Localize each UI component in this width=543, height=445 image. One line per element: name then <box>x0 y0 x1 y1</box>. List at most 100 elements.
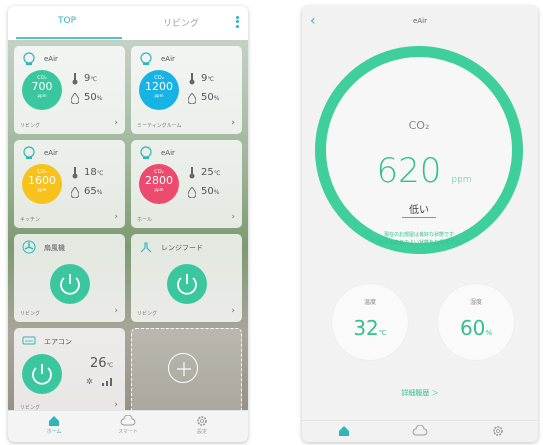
co2-unit: ppm <box>451 175 472 185</box>
chevron-right-icon: › <box>114 118 118 128</box>
water-drop-icon <box>188 187 196 198</box>
page-title: eAir <box>413 17 427 25</box>
sensor-card-meeting-room[interactable]: eAir CO₂ 1200 ppm 9℃ 50% ミーティングルーム › <box>131 46 242 134</box>
temperature-value: 26℃ <box>90 356 114 371</box>
power-button[interactable] <box>22 354 62 394</box>
chevron-right-icon: › <box>231 118 235 128</box>
header-bar: ‹ eAir <box>302 6 538 38</box>
temperature-value: 32℃ <box>353 316 387 340</box>
temperature-label: 温度 <box>363 299 376 306</box>
sensor-card-living[interactable]: eAir CO₂ 700 ppm 9℃ 50% リビング › <box>14 46 125 134</box>
fan-speed-icon <box>102 378 112 386</box>
add-device-button[interactable] <box>168 353 198 383</box>
range-hood-icon <box>140 242 152 253</box>
humidity-value: 60% <box>459 316 493 340</box>
co2-badge: CO₂ 2800 ppm <box>139 164 179 204</box>
co2-badge: CO₂ 1600 ppm <box>22 164 62 204</box>
detail-screen: ‹ eAir CO₂ 620 ppm 低い 現在のお部屋は良好な状態です このまま… <box>302 6 538 442</box>
chevron-right-icon: › <box>114 212 118 222</box>
humidity-value: 50% <box>201 92 220 103</box>
active-tab-indicator <box>16 37 122 39</box>
nav-label: スマート <box>118 429 138 435</box>
water-drop-icon <box>71 93 79 104</box>
nav-smart[interactable]: スマート <box>98 415 158 435</box>
bottom-nav <box>302 420 538 442</box>
power-icon <box>60 274 80 295</box>
device-name: eAir <box>44 149 58 157</box>
sensor-card-hall[interactable]: eAir CO₂ 2800 ppm 25℃ 50% ホール › <box>131 140 242 228</box>
range-hood-card[interactable]: レンジフード リビング › <box>131 234 242 322</box>
tab-living[interactable]: リビング <box>126 16 236 29</box>
air-quality-level: 低い <box>409 205 429 216</box>
co2-badge: CO₂ 1200 ppm <box>139 70 179 110</box>
level-underline <box>402 217 436 218</box>
eair-sensor-icon <box>140 52 152 65</box>
bottom-nav: ホーム スマート 設定 <box>8 410 248 442</box>
home-icon <box>49 416 59 426</box>
advice-text: 現在のお部屋は良好な状態です このまま換気のよい状態をお保ち下さい <box>373 232 464 246</box>
co2-value: 2800 <box>145 174 173 187</box>
co2-unit: ppm <box>154 93 164 98</box>
humidity-value: 65% <box>84 186 103 197</box>
nav-label: 設定 <box>196 429 207 435</box>
thermometer-icon <box>189 73 195 85</box>
cloud-icon <box>120 415 136 426</box>
home-screen: TOP リビング eAir CO₂ 700 ppm 9℃ 50% リビング › <box>8 6 248 442</box>
co2-gauge-ring: CO₂ 620 ppm 低い 現在のお部屋は良好な状態です このまま換気のよい状態… <box>315 46 523 254</box>
gear-icon[interactable] <box>492 425 504 437</box>
device-name: 扇風機 <box>44 244 65 252</box>
humidity-circle: 湿度 60% <box>438 284 514 360</box>
device-name: eAir <box>161 149 175 157</box>
temperature-circle: 温度 32℃ <box>332 284 408 360</box>
sensor-card-kitchen[interactable]: eAir CO₂ 1600 ppm 18℃ 65% キッチン › <box>14 140 125 228</box>
temperature-value: 9℃ <box>84 73 98 84</box>
room-name: リビング <box>20 311 41 317</box>
chevron-right-icon: › <box>114 306 118 316</box>
eair-sensor-icon <box>140 146 152 159</box>
air-conditioner-card[interactable]: エアコン 26℃ ✲ リビング › <box>14 328 125 416</box>
power-icon <box>32 364 52 385</box>
chevron-right-icon: › <box>231 306 235 316</box>
nav-home[interactable]: ホーム <box>24 415 84 435</box>
co2-value: 620 <box>376 151 442 191</box>
device-name: レンジフード <box>161 244 203 252</box>
co2-reading: 620 ppm <box>326 151 512 191</box>
co2-value: 1200 <box>145 80 173 93</box>
room-name: リビング <box>137 311 158 317</box>
nav-settings[interactable]: 設定 <box>172 415 232 435</box>
tab-top[interactable]: TOP <box>8 16 126 26</box>
humidity-value: 50% <box>84 92 103 103</box>
device-name: eAir <box>161 55 175 63</box>
home-icon[interactable] <box>338 425 350 437</box>
power-button[interactable] <box>167 264 207 304</box>
device-name: eAir <box>44 55 58 63</box>
co2-badge: CO₂ 700 ppm <box>22 70 62 110</box>
thermometer-icon <box>189 167 195 179</box>
water-drop-icon <box>71 187 79 198</box>
humidity-label: 湿度 <box>469 299 482 306</box>
co2-value: 1600 <box>28 174 56 187</box>
chevron-right-icon: › <box>231 212 235 222</box>
temperature-value: 25℃ <box>201 167 221 178</box>
more-menu-icon[interactable] <box>232 14 242 32</box>
room-name: ミーティングルーム <box>137 123 182 129</box>
gear-icon <box>197 416 207 426</box>
add-device-card[interactable] <box>131 328 242 416</box>
co2-unit: ppm <box>154 187 164 192</box>
history-link[interactable]: 詳細履歴 ＞ <box>302 388 538 398</box>
room-name: キッチン <box>20 217 41 223</box>
humidity-value: 50% <box>201 186 220 197</box>
power-icon <box>177 274 197 295</box>
co2-unit: ppm <box>37 93 47 98</box>
nav-label: ホーム <box>46 429 62 435</box>
air-conditioner-icon <box>22 336 36 345</box>
power-button[interactable] <box>50 264 90 304</box>
fan-card[interactable]: 扇風機 リビング › <box>14 234 125 322</box>
cloud-icon[interactable] <box>412 425 428 437</box>
room-name: ホール <box>137 217 153 223</box>
device-name: エアコン <box>44 338 72 346</box>
co2-unit: ppm <box>37 187 47 192</box>
eair-sensor-icon <box>23 146 35 159</box>
tab-bar: TOP リビング <box>8 6 248 40</box>
co2-value: 700 <box>31 80 53 93</box>
